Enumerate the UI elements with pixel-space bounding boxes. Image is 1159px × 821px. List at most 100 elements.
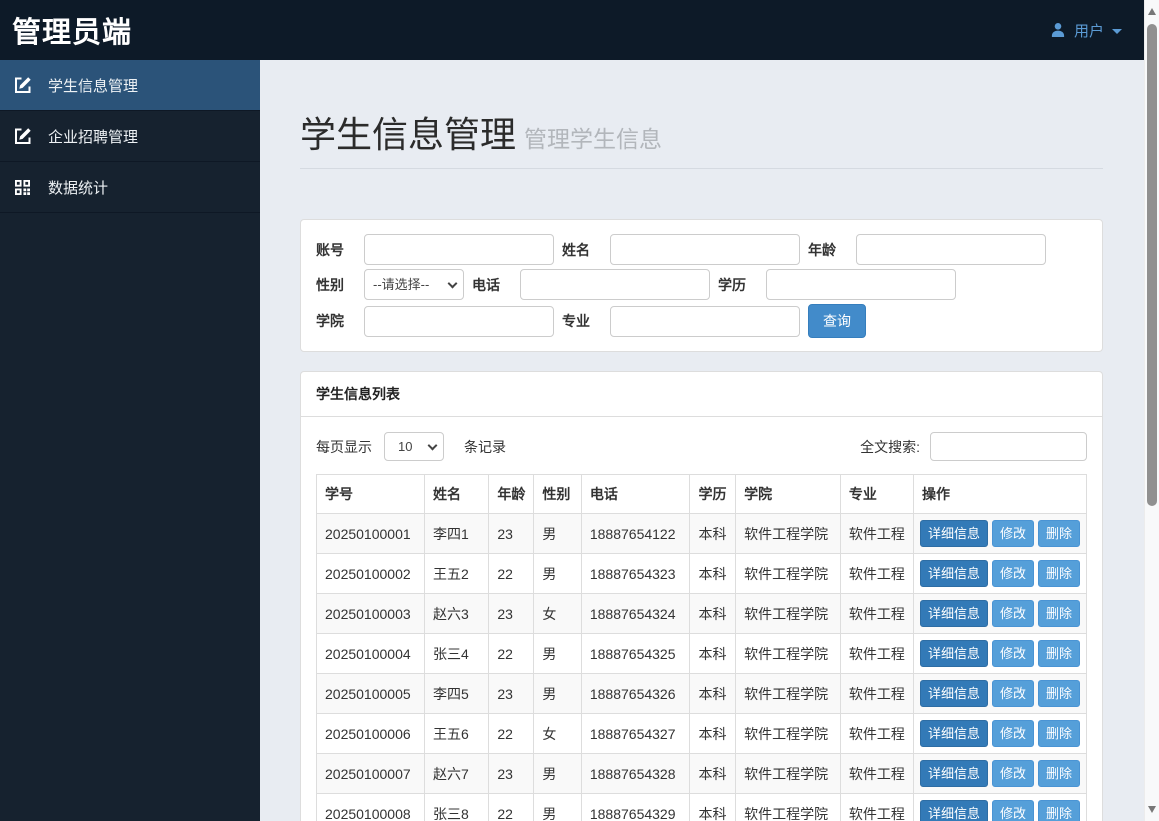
sidebar-item-recruitment[interactable]: 企业招聘管理 xyxy=(0,111,260,162)
student-table: 学号 姓名 年龄 性别 电话 学历 学院 专业 操作 20250100001 李四1 23 男 1888… xyxy=(316,474,1088,821)
cell-major: 软件工程 xyxy=(839,553,914,594)
sidebar-item-student-info[interactable]: 学生信息管理 xyxy=(0,60,260,111)
table-header-row: 学号 姓名 年龄 性别 电话 学历 学院 专业 操作 xyxy=(316,474,1088,514)
main-content: 学生信息管理管理学生信息 账号 姓名 年龄 性别 --请选择-- 电话 学历 xyxy=(260,60,1144,821)
sidebar-item-statistics[interactable]: 数据统计 xyxy=(0,162,260,213)
cell-college: 软件工程学院 xyxy=(735,793,841,821)
delete-button[interactable]: 删除 xyxy=(1037,720,1080,747)
scroll-down-arrow-icon[interactable] xyxy=(1147,806,1156,813)
cell-actions: 详细信息 修改 删除 xyxy=(912,633,1088,674)
detail-button[interactable]: 详细信息 xyxy=(919,720,988,747)
cell-education: 本科 xyxy=(689,593,737,634)
cell-gender: 男 xyxy=(533,633,582,674)
cell-age: 22 xyxy=(488,553,535,594)
cell-gender: 女 xyxy=(533,713,582,754)
edit-button[interactable]: 修改 xyxy=(991,560,1034,587)
table-row: 20250100001 李四1 23 男 18887654122 本科 软件工程学院 软件工程… xyxy=(316,513,1088,554)
edit-button[interactable]: 修改 xyxy=(991,760,1034,787)
college-label: 学院 xyxy=(316,313,344,329)
detail-button[interactable]: 详细信息 xyxy=(919,520,988,547)
delete-button[interactable]: 删除 xyxy=(1037,640,1080,667)
column-header: 年龄 xyxy=(488,474,535,514)
cell-education: 本科 xyxy=(689,513,737,554)
per-page-control: 每页显示 10 条记录 xyxy=(316,432,506,461)
detail-button[interactable]: 详细信息 xyxy=(919,760,988,787)
phone-label: 电话 xyxy=(472,276,500,293)
edit-button[interactable]: 修改 xyxy=(991,800,1034,821)
age-input[interactable] xyxy=(856,234,1046,265)
education-input[interactable] xyxy=(766,269,956,300)
per-page-select[interactable]: 10 xyxy=(384,432,444,461)
sidebar-item-label: 数据统计 xyxy=(48,179,109,197)
cell-actions: 详细信息 修改 删除 xyxy=(912,553,1088,594)
user-menu[interactable]: 用户 xyxy=(1050,20,1122,41)
app-brand: 管理员端 xyxy=(12,17,133,49)
scrollbar-thumb[interactable] xyxy=(1147,24,1157,506)
cell-phone: 18887654327 xyxy=(580,713,691,754)
detail-button[interactable]: 详细信息 xyxy=(919,680,988,707)
cell-student-id: 20250100002 xyxy=(316,553,425,594)
scrollbar[interactable] xyxy=(1144,0,1159,821)
cell-major: 软件工程 xyxy=(839,513,914,554)
per-page-prefix: 每页显示 xyxy=(316,438,372,455)
cell-gender: 男 xyxy=(533,513,582,554)
cell-actions: 详细信息 修改 删除 xyxy=(912,673,1088,714)
delete-button[interactable]: 删除 xyxy=(1037,600,1080,627)
cell-age: 23 xyxy=(488,753,535,794)
column-header: 操作 xyxy=(912,474,1088,514)
panel-title: 学生信息列表 xyxy=(301,372,1102,417)
delete-button[interactable]: 删除 xyxy=(1037,680,1080,707)
table-row: 20250100004 张三4 22 男 18887654325 本科 软件工程学院 软件工程… xyxy=(316,633,1088,674)
college-input[interactable] xyxy=(364,305,554,337)
cell-actions: 详细信息 修改 删除 xyxy=(912,713,1088,754)
query-button[interactable]: 查询 xyxy=(808,304,866,338)
gender-select[interactable]: --请选择-- xyxy=(364,269,464,300)
cell-age: 23 xyxy=(488,673,535,714)
delete-button[interactable]: 删除 xyxy=(1037,520,1080,547)
edit-button[interactable]: 修改 xyxy=(991,520,1034,547)
gender-select-wrap: --请选择-- xyxy=(364,269,464,300)
name-label: 姓名 xyxy=(562,241,590,258)
cell-college: 软件工程学院 xyxy=(735,593,841,634)
delete-button[interactable]: 删除 xyxy=(1037,760,1080,787)
cell-student-id: 20250100003 xyxy=(316,593,425,634)
cell-phone: 18887654325 xyxy=(580,633,691,674)
delete-button[interactable]: 删除 xyxy=(1037,800,1080,821)
cell-major: 软件工程 xyxy=(839,673,914,714)
delete-button[interactable]: 删除 xyxy=(1037,560,1080,587)
cell-name: 赵六3 xyxy=(423,593,490,634)
cell-college: 软件工程学院 xyxy=(735,633,841,674)
cell-phone: 18887654122 xyxy=(580,513,691,554)
search-panel: 账号 姓名 年龄 性别 --请选择-- 电话 学历 学院 专业 查询 xyxy=(300,219,1103,352)
cell-college: 软件工程学院 xyxy=(735,713,841,754)
cell-name: 李四5 xyxy=(423,673,490,714)
phone-input[interactable] xyxy=(520,269,710,300)
scroll-up-arrow-icon[interactable] xyxy=(1148,8,1156,15)
cell-student-id: 20250100007 xyxy=(316,753,425,794)
detail-button[interactable]: 详细信息 xyxy=(919,640,988,667)
detail-button[interactable]: 详细信息 xyxy=(919,560,988,587)
major-input[interactable] xyxy=(610,305,800,337)
column-header: 学院 xyxy=(735,474,841,514)
account-input[interactable] xyxy=(364,234,554,265)
edit-button[interactable]: 修改 xyxy=(991,640,1034,667)
edit-button[interactable]: 修改 xyxy=(991,720,1034,747)
sidebar-item-label: 企业招聘管理 xyxy=(48,128,139,146)
person-icon xyxy=(1050,22,1066,38)
cell-education: 本科 xyxy=(689,753,737,794)
name-input[interactable] xyxy=(610,234,800,265)
column-header: 姓名 xyxy=(423,474,490,514)
detail-button[interactable]: 详细信息 xyxy=(919,600,988,627)
fulltext-search-input[interactable] xyxy=(930,432,1087,461)
edit-button[interactable]: 修改 xyxy=(991,680,1034,707)
cell-education: 本科 xyxy=(689,673,737,714)
table-row: 20250100007 赵六7 23 男 18887654328 本科 软件工程学院 软件工程… xyxy=(316,753,1088,794)
cell-name: 赵六7 xyxy=(423,753,490,794)
column-header: 学号 xyxy=(316,474,425,514)
detail-button[interactable]: 详细信息 xyxy=(919,800,988,821)
cell-college: 软件工程学院 xyxy=(735,553,841,594)
cell-actions: 详细信息 修改 删除 xyxy=(912,753,1088,794)
search-form-row-2: 性别 --请选择-- 电话 学历 xyxy=(316,269,1087,300)
table-row: 20250100005 李四5 23 男 18887654326 本科 软件工程学院 软件工程… xyxy=(316,673,1088,714)
edit-button[interactable]: 修改 xyxy=(991,600,1034,627)
